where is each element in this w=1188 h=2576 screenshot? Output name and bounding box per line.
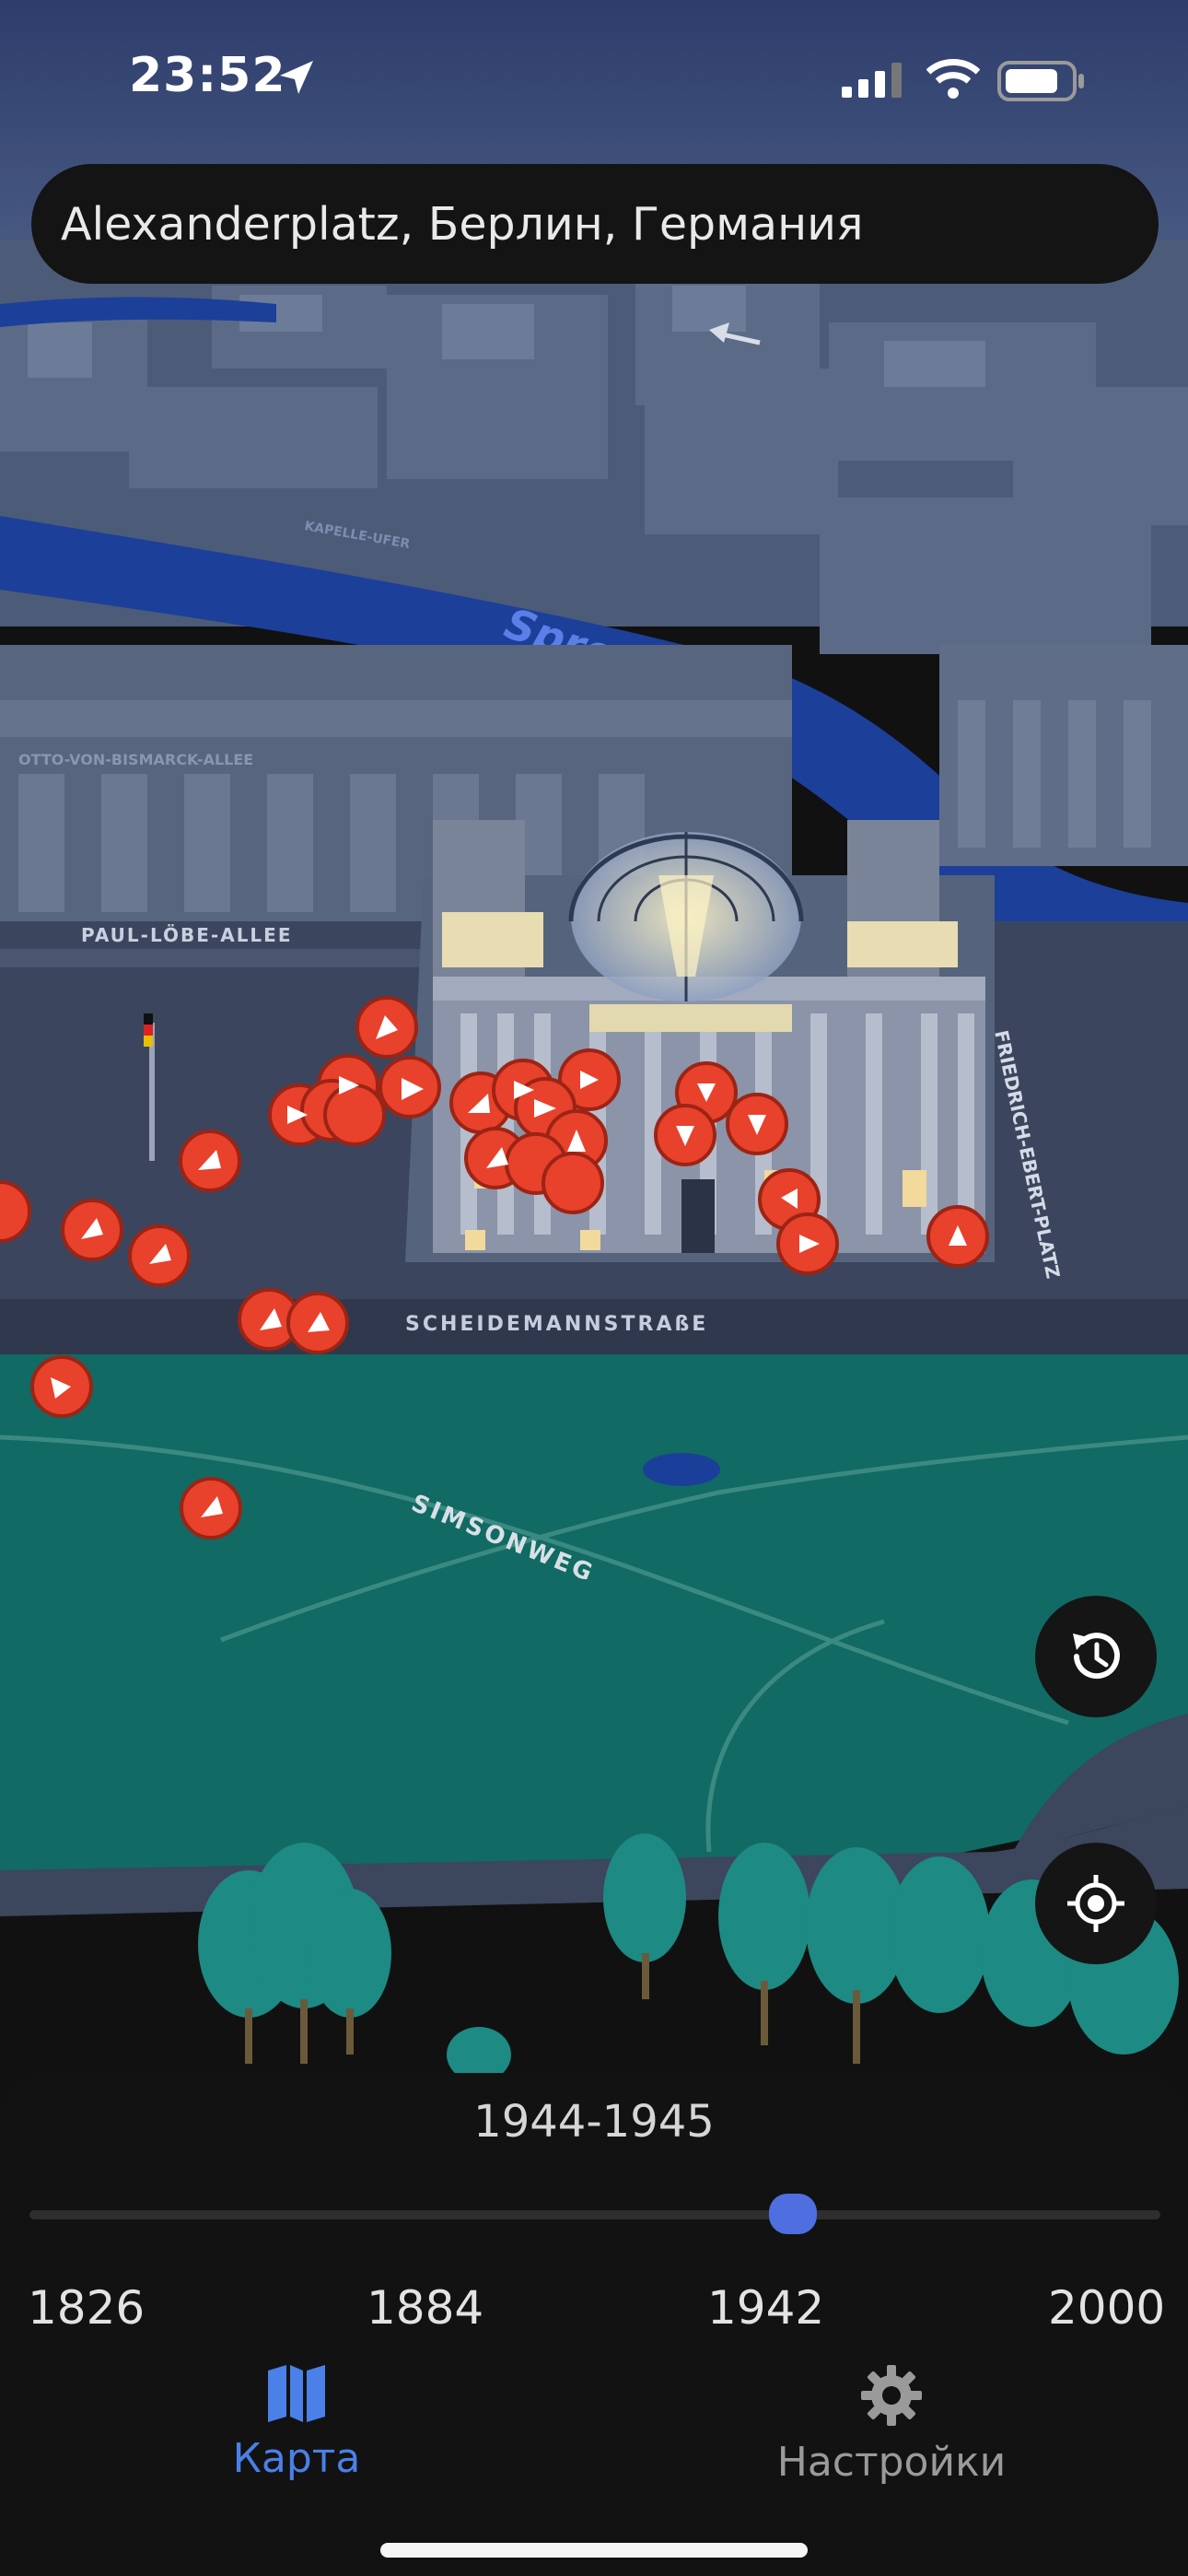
- app-screen: Spree OTTO-VON-BISMARCK-ALLEE KAPELLE-UF…: [0, 0, 1188, 2576]
- map-icon: [268, 2365, 325, 2422]
- street-label-paul-loebe: PAUL-LÖBE-ALLEE: [81, 924, 293, 946]
- wifi-icon: [926, 59, 980, 99]
- history-button[interactable]: [1035, 1596, 1157, 1717]
- timeline-tick-label: 2000: [1048, 2281, 1166, 2335]
- tab-map-label: Карта: [232, 2435, 361, 2482]
- history-icon: [1073, 1633, 1120, 1680]
- park-tiergarten: [0, 1354, 1188, 1879]
- tab-settings[interactable]: Настройки: [753, 2363, 1030, 2486]
- street-label-scheidemann: SCHEIDEMANNSTRAßE: [405, 1313, 708, 1336]
- locate-icon: [1067, 1875, 1124, 1932]
- battery-icon: [997, 61, 1084, 101]
- map-3d-view[interactable]: Spree OTTO-VON-BISMARCK-ALLEE KAPELLE-UF…: [0, 0, 1188, 2119]
- timeline-slider-track[interactable]: [29, 2210, 1160, 2219]
- location-services-icon: [280, 61, 313, 94]
- timeline-tick-label: 1942: [707, 2281, 825, 2335]
- timeline-tick-label: 1884: [367, 2281, 484, 2335]
- status-bar: 23:52: [0, 0, 1188, 157]
- timeline-tick-label: 1826: [28, 2281, 146, 2335]
- timeline-panel: [0, 2073, 1188, 2576]
- reichstag-building: [405, 820, 995, 1262]
- status-time: 23:52: [129, 48, 286, 103]
- home-indicator[interactable]: [380, 2543, 808, 2558]
- tab-map[interactable]: Карта: [158, 2363, 435, 2482]
- my-location-button[interactable]: [1035, 1843, 1157, 1964]
- event-marker: [323, 1083, 386, 1146]
- cellular-signal-icon: [842, 63, 902, 98]
- street-label-bismarck: OTTO-VON-BISMARCK-ALLEE: [18, 751, 253, 768]
- selected-period-label: 1944-1945: [473, 2096, 715, 2148]
- timeline-slider-thumb[interactable]: [769, 2194, 817, 2234]
- event-marker: [542, 1152, 604, 1214]
- gear-icon: [861, 2365, 922, 2426]
- address-search-field[interactable]: Alexanderplatz, Берлин, Германия: [31, 164, 1159, 284]
- address-search-text: Alexanderplatz, Берлин, Германия: [61, 197, 864, 251]
- tab-settings-label: Настройки: [776, 2439, 1007, 2486]
